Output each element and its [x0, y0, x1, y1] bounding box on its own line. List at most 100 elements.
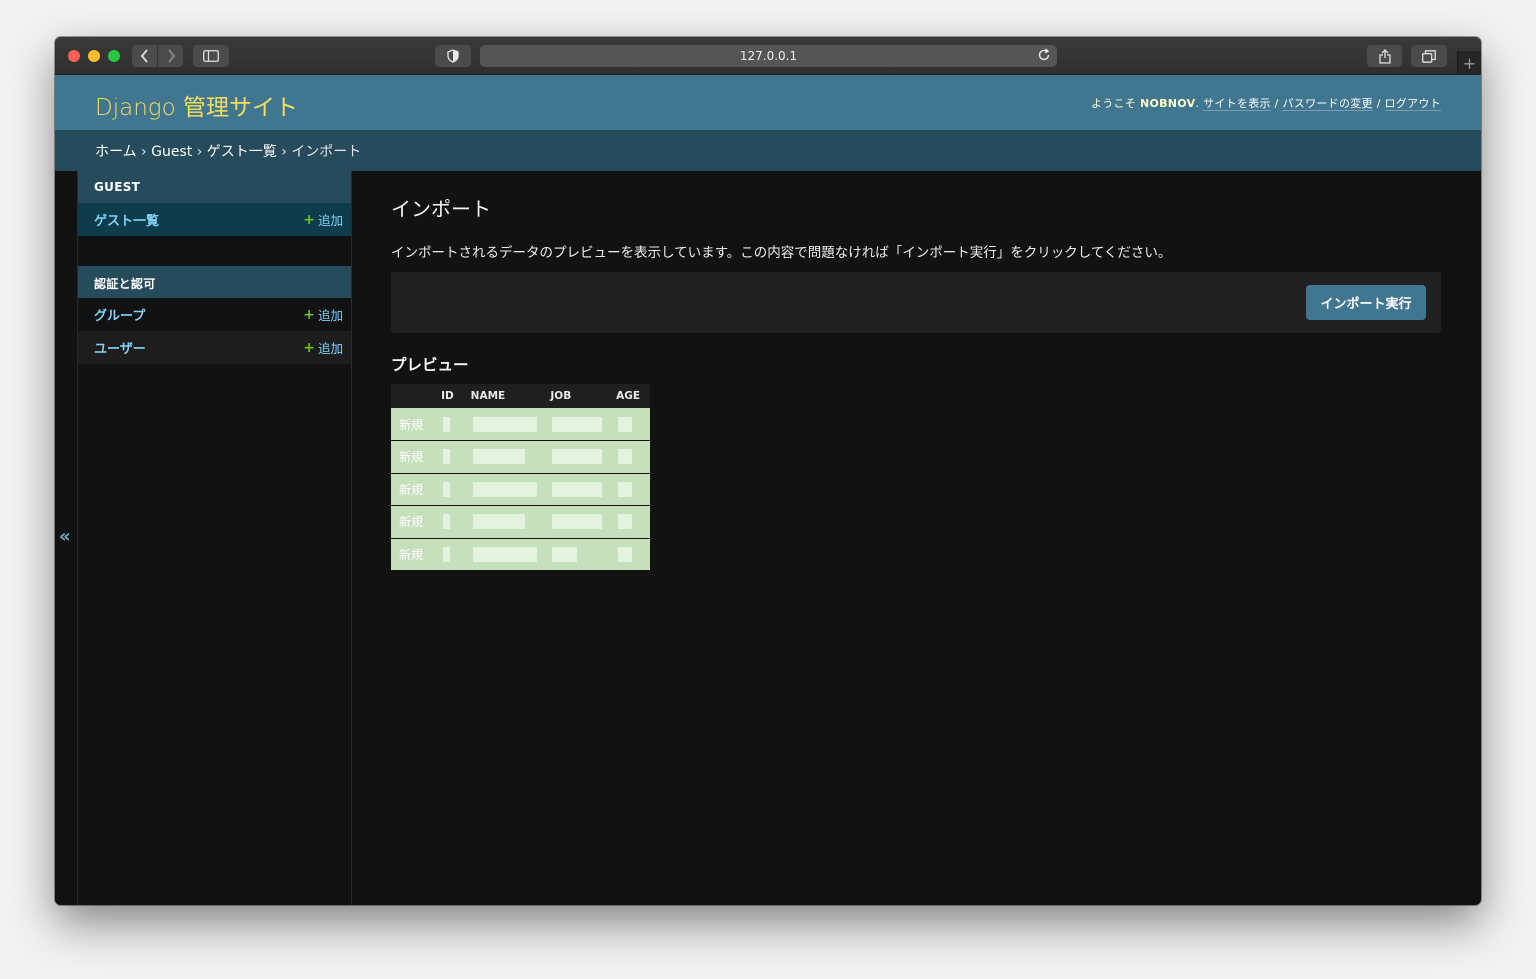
redacted-value: [472, 546, 537, 562]
back-button[interactable]: [132, 45, 157, 67]
cell-job: [544, 538, 611, 571]
shield-icon: [447, 49, 459, 63]
nav-collapse-strip: «: [55, 171, 78, 905]
reload-icon[interactable]: [1037, 48, 1051, 62]
plus-icon: +: [1462, 53, 1477, 73]
cell-name: [464, 505, 545, 539]
cell-name: [464, 440, 545, 474]
redacted-value: [618, 449, 633, 465]
redacted-value: [618, 546, 633, 562]
user-tools-separator: /: [1376, 97, 1381, 110]
row-status: 新規: [391, 408, 436, 441]
minimize-window-button[interactable]: [88, 50, 100, 62]
cell-age: [610, 408, 650, 441]
column-header-job: JOB: [544, 384, 611, 408]
add-icon: +: [303, 211, 315, 228]
sidebar-item-users: ユーザー + 追加: [78, 331, 351, 364]
view-site-link[interactable]: サイトを表示: [1203, 97, 1271, 111]
redacted-value: [552, 546, 578, 562]
module-guest: GUEST ゲスト一覧 + 追加: [78, 171, 351, 236]
chevron-left-icon: [140, 49, 148, 63]
show-tabs-button[interactable]: [1411, 45, 1447, 67]
preview-table: ID NAME JOB AGE 新規 新規 新規 新規 新規: [391, 384, 650, 571]
main-content: インポート インポートされるデータのプレビューを表示しています。この内容で問題な…: [391, 171, 1441, 571]
add-guest-link[interactable]: + 追加: [303, 210, 343, 229]
add-user-link[interactable]: + 追加: [303, 338, 343, 357]
zoom-window-button[interactable]: [108, 50, 120, 62]
row-status: 新規: [391, 538, 436, 571]
redacted-value: [443, 481, 451, 497]
cell-job: [544, 473, 611, 506]
confirm-import-button[interactable]: インポート実行: [1306, 285, 1426, 320]
table-row: 新規: [391, 505, 650, 539]
table-row: 新規: [391, 440, 650, 474]
cell-job: [544, 408, 611, 441]
admin-header: Django 管理サイト ようこそ NOBNOV. サイトを表示 / パスワード…: [55, 75, 1481, 130]
share-button[interactable]: [1367, 45, 1402, 67]
add-label: 追加: [317, 213, 343, 228]
breadcrumb-separator: ›: [281, 144, 287, 160]
cell-id: [435, 505, 465, 539]
breadcrumb: ホーム › Guest › ゲスト一覧 › インポート: [55, 130, 1481, 171]
submit-row: インポート実行: [391, 272, 1441, 333]
username: NOBNOV: [1139, 97, 1196, 110]
browser-window: 127.0.0.1 + Django 管理サイト ようこそ NOBNOV. サイ…: [55, 37, 1481, 905]
cell-job: [544, 505, 611, 539]
row-status: 新規: [391, 473, 436, 506]
share-icon: [1378, 48, 1391, 64]
cell-id: [435, 440, 465, 474]
redacted-value: [618, 514, 633, 530]
toggle-nav-sidebar-button[interactable]: «: [59, 526, 71, 547]
new-tab-button[interactable]: +: [1457, 51, 1481, 75]
user-tools-separator: /: [1274, 97, 1279, 110]
change-password-link[interactable]: パスワードの変更: [1282, 97, 1373, 111]
breadcrumb-model[interactable]: ゲスト一覧: [207, 144, 277, 160]
row-status: 新規: [391, 440, 436, 474]
model-link-guest-list[interactable]: ゲスト一覧: [94, 210, 159, 229]
privacy-button[interactable]: [435, 45, 471, 67]
model-link-groups[interactable]: グループ: [94, 305, 145, 324]
model-link-users[interactable]: ユーザー: [94, 338, 146, 357]
cell-name: [464, 473, 545, 506]
breadcrumb-home[interactable]: ホーム: [95, 144, 137, 160]
cell-age: [610, 538, 650, 571]
add-label: 追加: [317, 308, 343, 323]
breadcrumb-separator: ›: [141, 144, 147, 160]
site-branding[interactable]: Django 管理サイト: [95, 88, 298, 122]
redacted-value: [552, 449, 603, 465]
add-label: 追加: [317, 341, 343, 356]
address-bar[interactable]: 127.0.0.1: [480, 45, 1057, 67]
sidebar-item-guest-list: ゲスト一覧 + 追加: [78, 203, 351, 236]
cell-name: [464, 538, 545, 571]
forward-button[interactable]: [158, 45, 183, 67]
redacted-value: [552, 481, 603, 497]
cell-id: [435, 408, 465, 441]
redacted-value: [443, 449, 451, 465]
welcome-text: ようこそ: [1090, 97, 1137, 110]
cell-age: [610, 505, 650, 539]
row-status: 新規: [391, 505, 436, 539]
breadcrumb-separator: ›: [196, 144, 203, 160]
module-caption[interactable]: 認証と認可: [78, 266, 351, 298]
add-group-link[interactable]: + 追加: [303, 305, 343, 324]
column-header-status: [391, 384, 436, 408]
redacted-value: [443, 416, 451, 432]
add-icon: +: [303, 306, 315, 323]
redacted-value: [443, 514, 451, 530]
column-header-id: ID: [435, 384, 465, 408]
cell-age: [610, 440, 650, 474]
cell-name: [464, 408, 545, 441]
user-tools: ようこそ NOBNOV. サイトを表示 / パスワードの変更 / ログアウト: [1090, 97, 1441, 111]
breadcrumb-app[interactable]: Guest: [151, 144, 192, 160]
url-text: 127.0.0.1: [739, 49, 798, 63]
logout-link[interactable]: ログアウト: [1384, 97, 1441, 111]
cell-age: [610, 473, 650, 506]
redacted-value: [472, 514, 525, 530]
table-row: 新規: [391, 538, 650, 571]
close-window-button[interactable]: [68, 50, 80, 62]
module-caption[interactable]: GUEST: [78, 171, 351, 203]
preview-heading: プレビュー: [391, 356, 469, 374]
add-icon: +: [303, 339, 315, 356]
tabs-icon: [1422, 49, 1436, 63]
sidebar-toggle-button[interactable]: [193, 45, 229, 67]
